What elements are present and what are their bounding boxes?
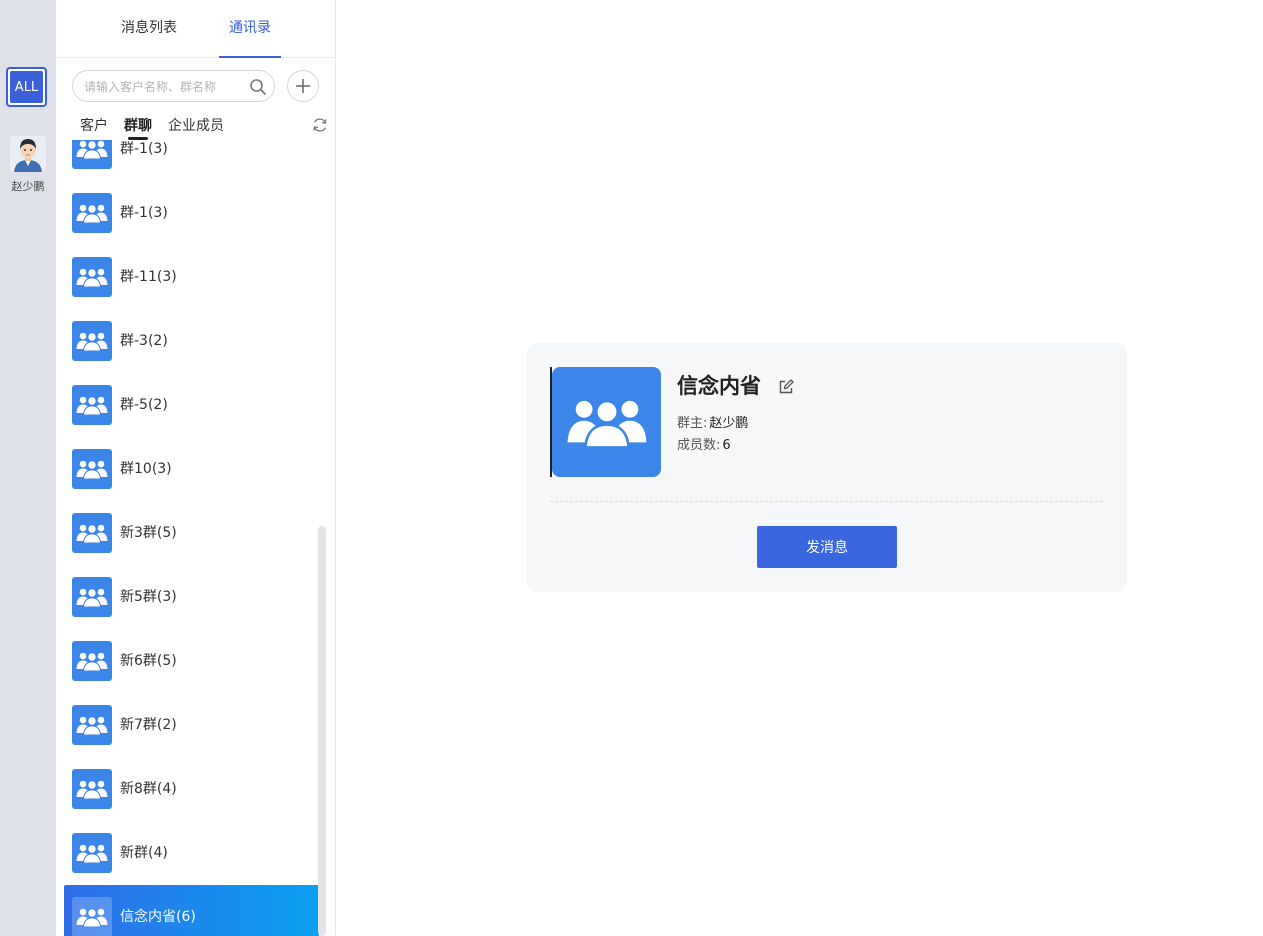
group-name: 新8群(4): [120, 781, 177, 797]
group-name: 群-11(3): [120, 269, 177, 285]
tab-contacts[interactable]: 通讯录: [219, 0, 281, 58]
group-name: 群-5(2): [120, 397, 168, 413]
app-root: ALL 赵少鹏 消息列表 通讯录 请输入客户名称、群名称 客户 群聊 企业成员 …: [0, 0, 1263, 936]
plus-icon: [296, 79, 310, 93]
group-avatar-icon: [76, 396, 108, 416]
group-avatar-icon: [76, 844, 108, 864]
subtab-customers[interactable]: 客户: [80, 115, 108, 137]
subtab-enterprise-members[interactable]: 企业成员: [168, 115, 224, 137]
group-list-content: 群-1(3) 群-1(3) 群-11(3) 群-3(2) 群-5(2) 群10(3) 新3群…: [56, 140, 326, 936]
group-avatar: [72, 140, 112, 169]
list-item[interactable]: 群-3(2): [56, 309, 326, 373]
list-item[interactable]: 新6群(5): [56, 629, 326, 693]
group-avatar-icon: [76, 460, 108, 480]
group-avatar: [72, 897, 112, 936]
group-name: 群10(3): [120, 461, 172, 477]
group-name: 新3群(5): [120, 525, 177, 541]
group-name: 新7群(2): [120, 717, 177, 733]
list-item[interactable]: 群-11(3): [56, 245, 326, 309]
list-item[interactable]: 新群(4): [56, 821, 326, 885]
group-name: 新群(4): [120, 845, 168, 861]
list-item[interactable]: 群10(3): [56, 437, 326, 501]
group-avatar-icon: [76, 524, 108, 544]
group-avatar-icon: [76, 332, 108, 352]
list-item[interactable]: 群-1(3): [56, 140, 326, 181]
group-avatar: [72, 513, 112, 553]
group-avatar-icon: [76, 780, 108, 800]
account-rail: ALL 赵少鹏: [0, 0, 56, 936]
group-avatar: [552, 367, 661, 477]
group-name: 新5群(3): [120, 589, 177, 605]
group-avatar-icon: [76, 908, 108, 928]
list-item[interactable]: 信念内省(6): [56, 885, 326, 936]
group-name: 群-3(2): [120, 333, 168, 349]
list-item[interactable]: 新3群(5): [56, 501, 326, 565]
group-avatar-icon: [76, 652, 108, 672]
list-item[interactable]: 群-5(2): [56, 373, 326, 437]
group-avatar: [72, 449, 112, 489]
contact-panel: 消息列表 通讯录 客户 群聊 企业成员 群-1(3)群-1(3)群-: [56, 0, 336, 936]
group-avatar: [72, 385, 112, 425]
group-detail-card: 信念内省 群主: 赵少鹏 成员数: 6 发消息: [527, 343, 1127, 592]
member-count-value: 6: [722, 438, 731, 453]
group-name: 群-1(3): [120, 205, 168, 221]
group-avatar-icon: [76, 204, 108, 224]
group-name: 信念内省: [677, 374, 761, 398]
search-box: [72, 70, 275, 102]
group-owner-label: 群主:: [677, 416, 708, 431]
group-avatar: [72, 577, 112, 617]
group-name: 信念内省(6): [120, 909, 196, 925]
member-count-row: 成员数: 6: [677, 434, 731, 453]
all-accounts-label: ALL: [10, 71, 43, 103]
list-item[interactable]: 新8群(4): [56, 757, 326, 821]
group-avatar: [72, 257, 112, 297]
list-item[interactable]: 新5群(3): [56, 565, 326, 629]
group-avatar-icon: [76, 268, 108, 288]
subtab-group-chats[interactable]: 群聊: [124, 115, 152, 140]
add-button[interactable]: [287, 70, 319, 102]
account-item[interactable]: 赵少鹏: [0, 136, 56, 194]
group-avatar: [72, 641, 112, 681]
account-name: 赵少鹏: [11, 180, 45, 193]
group-avatar-icon: [76, 588, 108, 608]
group-avatar: [72, 193, 112, 233]
panel-tabs: 消息列表 通讯录: [56, 0, 335, 58]
divider: [550, 501, 1103, 502]
search-icon[interactable]: [249, 78, 267, 96]
scrollbar[interactable]: [318, 526, 326, 936]
group-avatar: [72, 833, 112, 873]
member-count-label: 成员数:: [677, 438, 721, 453]
user-avatar-icon: [10, 136, 46, 172]
tab-message-list[interactable]: 消息列表: [111, 0, 187, 58]
group-owner-value: 赵少鹏: [709, 416, 749, 431]
edit-icon[interactable]: [778, 379, 794, 395]
group-name: 群-1(3): [120, 141, 168, 157]
group-avatar: [72, 705, 112, 745]
search-input[interactable]: [84, 77, 244, 97]
group-owner-row: 群主: 赵少鹏: [677, 412, 748, 431]
group-avatar-icon: [567, 399, 646, 449]
group-name: 新6群(5): [120, 653, 177, 669]
list-item[interactable]: 新7群(2): [56, 693, 326, 757]
group-avatar: [72, 769, 112, 809]
group-avatar-icon: [76, 140, 108, 160]
refresh-icon[interactable]: [312, 117, 328, 133]
all-accounts-button[interactable]: ALL: [6, 67, 47, 107]
group-avatar-icon: [76, 716, 108, 736]
list-item[interactable]: 群-1(3): [56, 181, 326, 245]
group-list[interactable]: 群-1(3) 群-1(3) 群-11(3) 群-3(2) 群-5(2) 群10(3) 新3群…: [56, 140, 326, 936]
group-avatar: [72, 321, 112, 361]
send-message-button[interactable]: 发消息: [757, 526, 897, 568]
